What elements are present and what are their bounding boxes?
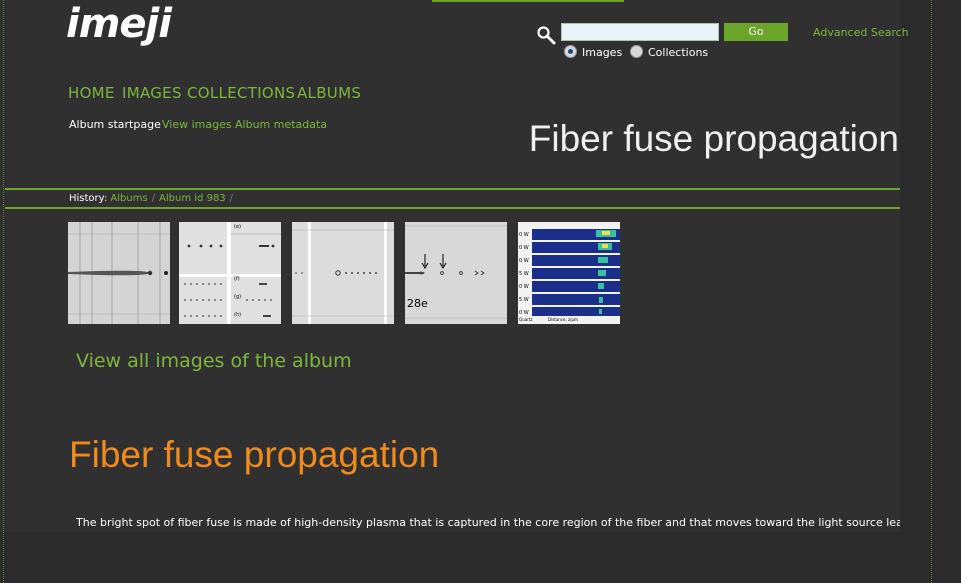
go-button[interactable]: Go	[724, 23, 788, 41]
top-accent-strip	[432, 0, 624, 2]
frame-border-right	[931, 0, 932, 583]
svg-text:(g): (g)	[234, 294, 241, 300]
svg-text:0 W: 0 W	[519, 258, 529, 264]
svg-text:0 W: 0 W	[519, 245, 529, 251]
fiber-image-2: (e) (f) (g) (h)	[179, 222, 281, 324]
subnav-album-startpage[interactable]: Album startpage	[69, 118, 161, 131]
subnav-album-metadata[interactable]: Album metadata	[235, 118, 327, 131]
images-radio[interactable]	[564, 45, 577, 58]
svg-text:0 W: 0 W	[519, 232, 529, 238]
album-thumbnail-4[interactable]: 28e	[405, 222, 507, 324]
svg-text:0 W: 0 W	[519, 310, 529, 316]
svg-text:0 W: 0 W	[519, 284, 529, 290]
nav-albums[interactable]: ALBUMS	[297, 84, 361, 102]
nav-collections[interactable]: COLLECTIONS	[187, 84, 295, 102]
search-icon	[537, 26, 556, 45]
svg-text:Quartz: Quartz	[519, 317, 532, 322]
subnav-view-images[interactable]: View images	[162, 118, 232, 131]
history-divider-top	[5, 188, 900, 190]
svg-text:Distance, z/μm: Distance, z/μm	[548, 317, 578, 322]
images-radio-label: Images	[582, 46, 623, 59]
nav-home[interactable]: HOME	[68, 84, 115, 102]
history-label: History:	[69, 193, 108, 204]
advanced-search-link[interactable]: Advanced Search	[813, 26, 909, 39]
collections-radio-label: Collections	[648, 46, 709, 59]
page-title: Fiber fuse propagation	[528, 118, 899, 159]
album-title: Fiber fuse propagation	[69, 434, 440, 475]
view-all-images-link[interactable]: View all images of the album	[76, 350, 352, 372]
breadcrumb-albums[interactable]: Albums	[110, 193, 147, 204]
breadcrumb-album-id[interactable]: Album id 983	[159, 193, 226, 204]
thumbnail-4-label: 28e	[407, 297, 428, 310]
search-input[interactable]	[561, 23, 719, 41]
footer-area	[0, 532, 961, 583]
imeji-logo[interactable]: imeji	[66, 0, 172, 48]
svg-text:(h): (h)	[234, 312, 241, 318]
svg-text:5 W: 5 W	[519, 297, 529, 303]
nav-images[interactable]: IMAGES	[122, 84, 182, 102]
svg-text:(f): (f)	[234, 276, 240, 282]
album-description-text: The bright spot of fiber fuse is made of…	[76, 516, 900, 529]
fiber-image-3	[292, 222, 394, 324]
fiber-image-1	[68, 222, 170, 324]
album-thumbnail-1[interactable]	[68, 222, 170, 324]
album-thumbnail-2[interactable]: (e) (f) (g) (h)	[179, 222, 281, 324]
album-thumbnail-3[interactable]	[292, 222, 394, 324]
album-description: The bright spot of fiber fuse is made of…	[76, 511, 900, 530]
album-thumbnail-5[interactable]: 0 W 0 W 0 W 5 W 0 W 5 W 0 W Quartz Distance, z/…	[518, 222, 620, 324]
history-divider-bottom	[5, 207, 900, 209]
svg-text:5 W: 5 W	[519, 271, 529, 277]
breadcrumb: History: Albums / Album id 983/	[69, 193, 234, 204]
svg-text:(e): (e)	[234, 224, 241, 230]
frame-border-left	[3, 0, 4, 583]
fiber-image-4: 28e	[405, 222, 507, 324]
collections-radio[interactable]	[630, 45, 643, 58]
fiber-image-5: 0 W 0 W 0 W 5 W 0 W 5 W 0 W Quartz Distance, z/…	[518, 222, 620, 324]
